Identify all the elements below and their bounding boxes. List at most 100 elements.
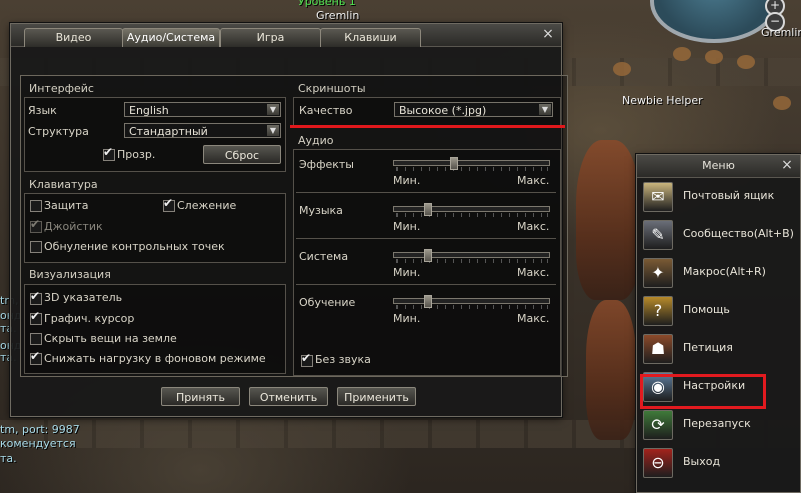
tab-audio-system[interactable]: Аудио/Система bbox=[122, 28, 220, 47]
slider-ticks bbox=[396, 259, 548, 263]
accept-button[interactable]: Принять bbox=[161, 387, 240, 406]
menu-item[interactable]: ✦ Макрос(Alt+R) bbox=[641, 255, 791, 291]
quality-value: Высокое (*.jpg) bbox=[399, 104, 487, 117]
tutorial-sound-label: Обучение bbox=[299, 296, 356, 309]
menu-item[interactable]: ✉ Почтовый ящик bbox=[641, 179, 791, 215]
transparent-checkbox[interactable] bbox=[103, 145, 115, 161]
macro-icon[interactable]: ✦ bbox=[643, 258, 673, 288]
transparent-label: Прозр. bbox=[117, 148, 156, 161]
tab-video[interactable]: Видео bbox=[24, 28, 123, 47]
structure-value: Стандартный bbox=[129, 125, 208, 138]
hide-ground-items-label: Скрыть вещи на земле bbox=[44, 332, 177, 345]
audio-heading: Аудио bbox=[298, 134, 334, 147]
tutorial-sound-slider[interactable] bbox=[393, 298, 550, 304]
background-load-label: Снижать нагрузку в фоновом режиме bbox=[44, 352, 266, 365]
slider-ticks bbox=[396, 305, 548, 309]
help-icon[interactable]: ? bbox=[643, 296, 673, 326]
divider bbox=[296, 238, 556, 239]
screenshots-heading: Скриншоты bbox=[298, 82, 366, 95]
background-load-checkbox[interactable] bbox=[30, 349, 42, 365]
slider-max-label: Макс. bbox=[517, 174, 550, 187]
chat-line: комендуется bbox=[0, 437, 76, 450]
petition-icon[interactable]: ☗ bbox=[643, 334, 673, 364]
structure-select[interactable]: Стандартный ▼ bbox=[124, 123, 281, 138]
hide-ground-items-checkbox[interactable] bbox=[30, 333, 42, 345]
menu-item[interactable]: ? Помощь bbox=[641, 293, 791, 329]
joystick-label: Джойстик bbox=[44, 220, 103, 233]
follow-checkbox[interactable] bbox=[163, 196, 175, 212]
music-label: Музыка bbox=[299, 204, 343, 217]
menu-item-label: Сообщество(Alt+B) bbox=[683, 227, 794, 240]
close-icon[interactable]: × bbox=[541, 27, 555, 41]
reset-checkpoints-checkbox[interactable] bbox=[30, 241, 42, 253]
structure-label: Структура bbox=[28, 125, 89, 138]
slider-max-label: Макс. bbox=[517, 220, 550, 233]
slider-min-label: Мин. bbox=[393, 312, 421, 325]
menu-item[interactable]: ✎ Сообщество(Alt+B) bbox=[641, 217, 794, 253]
slider-min-label: Мин. bbox=[393, 174, 421, 187]
menu-item-label: Помощь bbox=[683, 303, 730, 316]
menu-item[interactable]: ☗ Петиция bbox=[641, 331, 791, 367]
menu-item[interactable]: ⟳ Перезапуск bbox=[641, 407, 791, 443]
music-slider-knob[interactable] bbox=[424, 203, 432, 216]
chevron-down-icon: ▼ bbox=[267, 125, 279, 136]
joystick-checkbox bbox=[30, 217, 42, 233]
graphic-cursor-label: Графич. курсор bbox=[44, 312, 135, 325]
minimap[interactable] bbox=[650, 0, 778, 43]
menu-item-label: Выход bbox=[683, 455, 721, 468]
3d-pointer-label: 3D указатель bbox=[44, 291, 123, 304]
graphic-cursor-checkbox[interactable] bbox=[30, 309, 42, 325]
quality-label: Качество bbox=[299, 104, 353, 117]
language-label: Язык bbox=[28, 104, 57, 117]
apply-button[interactable]: Применить bbox=[337, 387, 416, 406]
chat-line: tm, port: 9987 bbox=[0, 423, 80, 436]
divider bbox=[296, 192, 556, 193]
chevron-down-icon: ▼ bbox=[539, 104, 551, 115]
exit-icon[interactable]: ⊖ bbox=[643, 448, 673, 478]
quality-select[interactable]: Высокое (*.jpg) ▼ bbox=[394, 102, 553, 117]
system-sound-slider-knob[interactable] bbox=[424, 249, 432, 262]
restart-icon[interactable]: ⟳ bbox=[643, 410, 673, 440]
protect-checkbox[interactable] bbox=[30, 200, 42, 212]
mute-checkbox[interactable] bbox=[301, 351, 313, 367]
player-character[interactable] bbox=[576, 140, 640, 300]
menu-title: Меню bbox=[637, 155, 800, 178]
effects-slider-knob[interactable] bbox=[450, 157, 458, 170]
npc-level: Уровень 1 bbox=[298, 0, 356, 8]
music-slider[interactable] bbox=[393, 206, 550, 212]
slider-ticks bbox=[396, 167, 548, 171]
mailbox-icon[interactable]: ✉ bbox=[643, 182, 673, 212]
community-icon[interactable]: ✎ bbox=[643, 220, 673, 250]
close-icon[interactable]: × bbox=[780, 158, 794, 172]
slider-max-label: Макс. bbox=[517, 266, 550, 279]
menu-window: Меню × ✉ Почтовый ящик ✎ Сообщество(Alt+B) ✦… bbox=[636, 154, 801, 493]
system-sound-slider[interactable] bbox=[393, 252, 550, 258]
tab-game[interactable]: Игра bbox=[220, 28, 321, 47]
language-value: English bbox=[129, 104, 169, 117]
language-select[interactable]: English ▼ bbox=[124, 102, 281, 117]
visualization-heading: Визуализация bbox=[29, 268, 111, 281]
creature bbox=[613, 62, 631, 76]
menu-item-label: Макрос(Alt+R) bbox=[683, 265, 766, 278]
system-sound-label: Система bbox=[299, 250, 349, 263]
npc-name: Gremlin bbox=[316, 9, 360, 22]
3d-pointer-checkbox[interactable] bbox=[30, 289, 42, 305]
creature bbox=[773, 96, 791, 110]
menu-item-label: Почтовый ящик bbox=[683, 189, 775, 202]
slider-min-label: Мин. bbox=[393, 266, 421, 279]
slider-max-label: Макс. bbox=[517, 312, 550, 325]
menu-item-label: Петиция bbox=[683, 341, 733, 354]
reset-button[interactable]: Сброс bbox=[203, 145, 281, 164]
slider-ticks bbox=[396, 213, 548, 217]
menu-item[interactable]: ⊖ Выход bbox=[641, 445, 791, 481]
effects-slider[interactable] bbox=[393, 160, 550, 166]
npc-name: Gremlin bbox=[761, 26, 801, 39]
mute-label: Без звука bbox=[315, 353, 371, 366]
cancel-button[interactable]: Отменить bbox=[249, 387, 328, 406]
tutorial-sound-slider-knob[interactable] bbox=[424, 295, 432, 308]
red-underline-annotation bbox=[290, 125, 565, 128]
tab-keys[interactable]: Клавиши bbox=[320, 28, 421, 47]
follow-label: Слежение bbox=[177, 199, 237, 212]
slider-min-label: Мин. bbox=[393, 220, 421, 233]
reset-checkpoints-label: Обнуление контрольных точек bbox=[44, 240, 225, 253]
